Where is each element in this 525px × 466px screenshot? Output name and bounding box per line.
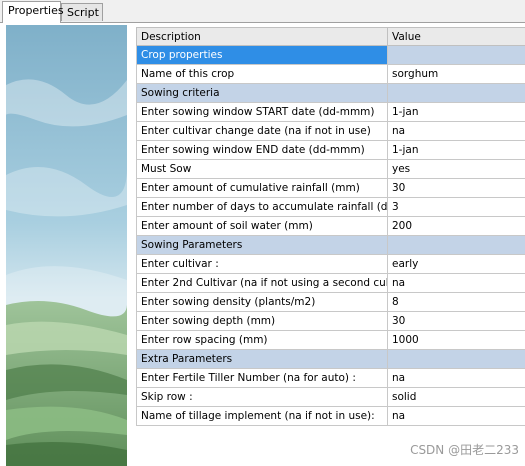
property-value[interactable]: na xyxy=(387,368,525,388)
property-row-enter-amount-of-soil-water-mm[interactable]: Enter amount of soil water (mm) 200 xyxy=(136,216,525,236)
property-label: Must Sow xyxy=(136,159,388,179)
property-value[interactable]: na xyxy=(387,273,525,293)
property-row-enter-sowing-density-plants-m2[interactable]: Enter sowing density (plants/m2) 8 xyxy=(136,292,525,312)
property-value[interactable]: na xyxy=(387,406,525,426)
tab-properties[interactable]: Properties xyxy=(2,1,64,23)
section-row-sowing-parameters[interactable]: Sowing Parameters xyxy=(136,235,525,255)
property-label: Enter sowing window END date (dd-mmm) xyxy=(136,140,388,160)
property-row-enter-fertile-tiller-number-na-for-auto[interactable]: Enter Fertile Tiller Number (na for auto… xyxy=(136,368,525,388)
property-row-name-of-tillage-implement-na-if-not-in-use[interactable]: Name of tillage implement (na if not in … xyxy=(136,406,525,426)
property-row-enter-sowing-window-start-date-dd-mmm[interactable]: Enter sowing window START date (dd-mmm) 1… xyxy=(136,102,525,122)
property-row-enter-number-of-days-to-accumulate-rainfall-days[interactable]: Enter number of days to accumulate rainf… xyxy=(136,197,525,217)
landscape-image xyxy=(6,25,127,466)
property-value[interactable]: 8 xyxy=(387,292,525,312)
property-value[interactable]: 3 xyxy=(387,197,525,217)
property-grid: Description Value Crop properties Name of… xyxy=(136,27,525,447)
property-label: Enter sowing depth (mm) xyxy=(136,311,388,331)
property-label: Enter cultivar : xyxy=(136,254,388,274)
column-header-value[interactable]: Value xyxy=(387,27,525,46)
property-label: Enter amount of soil water (mm) xyxy=(136,216,388,236)
section-label: Extra Parameters xyxy=(136,349,388,369)
property-label: Enter cultivar change date (na if not in… xyxy=(136,121,388,141)
section-label: Sowing Parameters xyxy=(136,235,388,255)
property-row-enter-cultivar-change-date-na-if-not-in-use[interactable]: Enter cultivar change date (na if not in… xyxy=(136,121,525,141)
property-label: Enter sowing density (plants/m2) xyxy=(136,292,388,312)
property-row-enter-sowing-depth-mm[interactable]: Enter sowing depth (mm) 30 xyxy=(136,311,525,331)
property-label: Enter number of days to accumulate rainf… xyxy=(136,197,388,217)
property-row-skip-row[interactable]: Skip row : solid xyxy=(136,387,525,407)
property-value[interactable]: yes xyxy=(387,159,525,179)
section-row-crop-properties[interactable]: Crop properties xyxy=(136,45,525,65)
property-value[interactable]: 30 xyxy=(387,311,525,331)
property-label: Enter amount of cumulative rainfall (mm) xyxy=(136,178,388,198)
property-value[interactable]: na xyxy=(387,121,525,141)
property-label: Skip row : xyxy=(136,387,388,407)
section-value xyxy=(387,349,525,369)
property-row-enter-row-spacing-mm[interactable]: Enter row spacing (mm) 1000 xyxy=(136,330,525,350)
section-row-extra-parameters[interactable]: Extra Parameters xyxy=(136,349,525,369)
property-row-enter-amount-of-cumulative-rainfall-mm[interactable]: Enter amount of cumulative rainfall (mm)… xyxy=(136,178,525,198)
property-label: Name of tillage implement (na if not in … xyxy=(136,406,388,426)
section-row-sowing-criteria[interactable]: Sowing criteria xyxy=(136,83,525,103)
property-value[interactable]: 1000 xyxy=(387,330,525,350)
property-label: Enter sowing window START date (dd-mmm) xyxy=(136,102,388,122)
tab-bar: Properties Script xyxy=(0,0,525,23)
property-table: Description Value Crop properties Name of… xyxy=(136,27,525,426)
property-value[interactable]: early xyxy=(387,254,525,274)
property-row-enter-2nd-cultivar-na-if-not-using-a-second-cultivar[interactable]: Enter 2nd Cultivar (na if not using a se… xyxy=(136,273,525,293)
tab-script[interactable]: Script xyxy=(61,3,103,21)
property-label: Enter 2nd Cultivar (na if not using a se… xyxy=(136,273,388,293)
section-label: Crop properties xyxy=(136,45,388,65)
property-label: Enter row spacing (mm) xyxy=(136,330,388,350)
section-label: Sowing criteria xyxy=(136,83,388,103)
property-value[interactable]: 1-jan xyxy=(387,102,525,122)
property-value[interactable]: 30 xyxy=(387,178,525,198)
property-value[interactable]: 200 xyxy=(387,216,525,236)
header-row: Description Value xyxy=(136,27,525,46)
property-value[interactable]: sorghum xyxy=(387,64,525,84)
property-row-enter-cultivar[interactable]: Enter cultivar : early xyxy=(136,254,525,274)
property-row-must-sow[interactable]: Must Sow yes xyxy=(136,159,525,179)
property-value[interactable]: solid xyxy=(387,387,525,407)
property-label: Name of this crop xyxy=(136,64,388,84)
column-header-description[interactable]: Description xyxy=(136,27,388,46)
section-value xyxy=(387,235,525,255)
property-value[interactable]: 1-jan xyxy=(387,140,525,160)
section-value xyxy=(387,83,525,103)
property-label: Enter Fertile Tiller Number (na for auto… xyxy=(136,368,388,388)
property-row-name-of-this-crop[interactable]: Name of this crop sorghum xyxy=(136,64,525,84)
section-value xyxy=(387,45,525,65)
watermark: CSDN @田老二233 xyxy=(410,443,519,457)
property-row-enter-sowing-window-end-date-dd-mmm[interactable]: Enter sowing window END date (dd-mmm) 1-j… xyxy=(136,140,525,160)
